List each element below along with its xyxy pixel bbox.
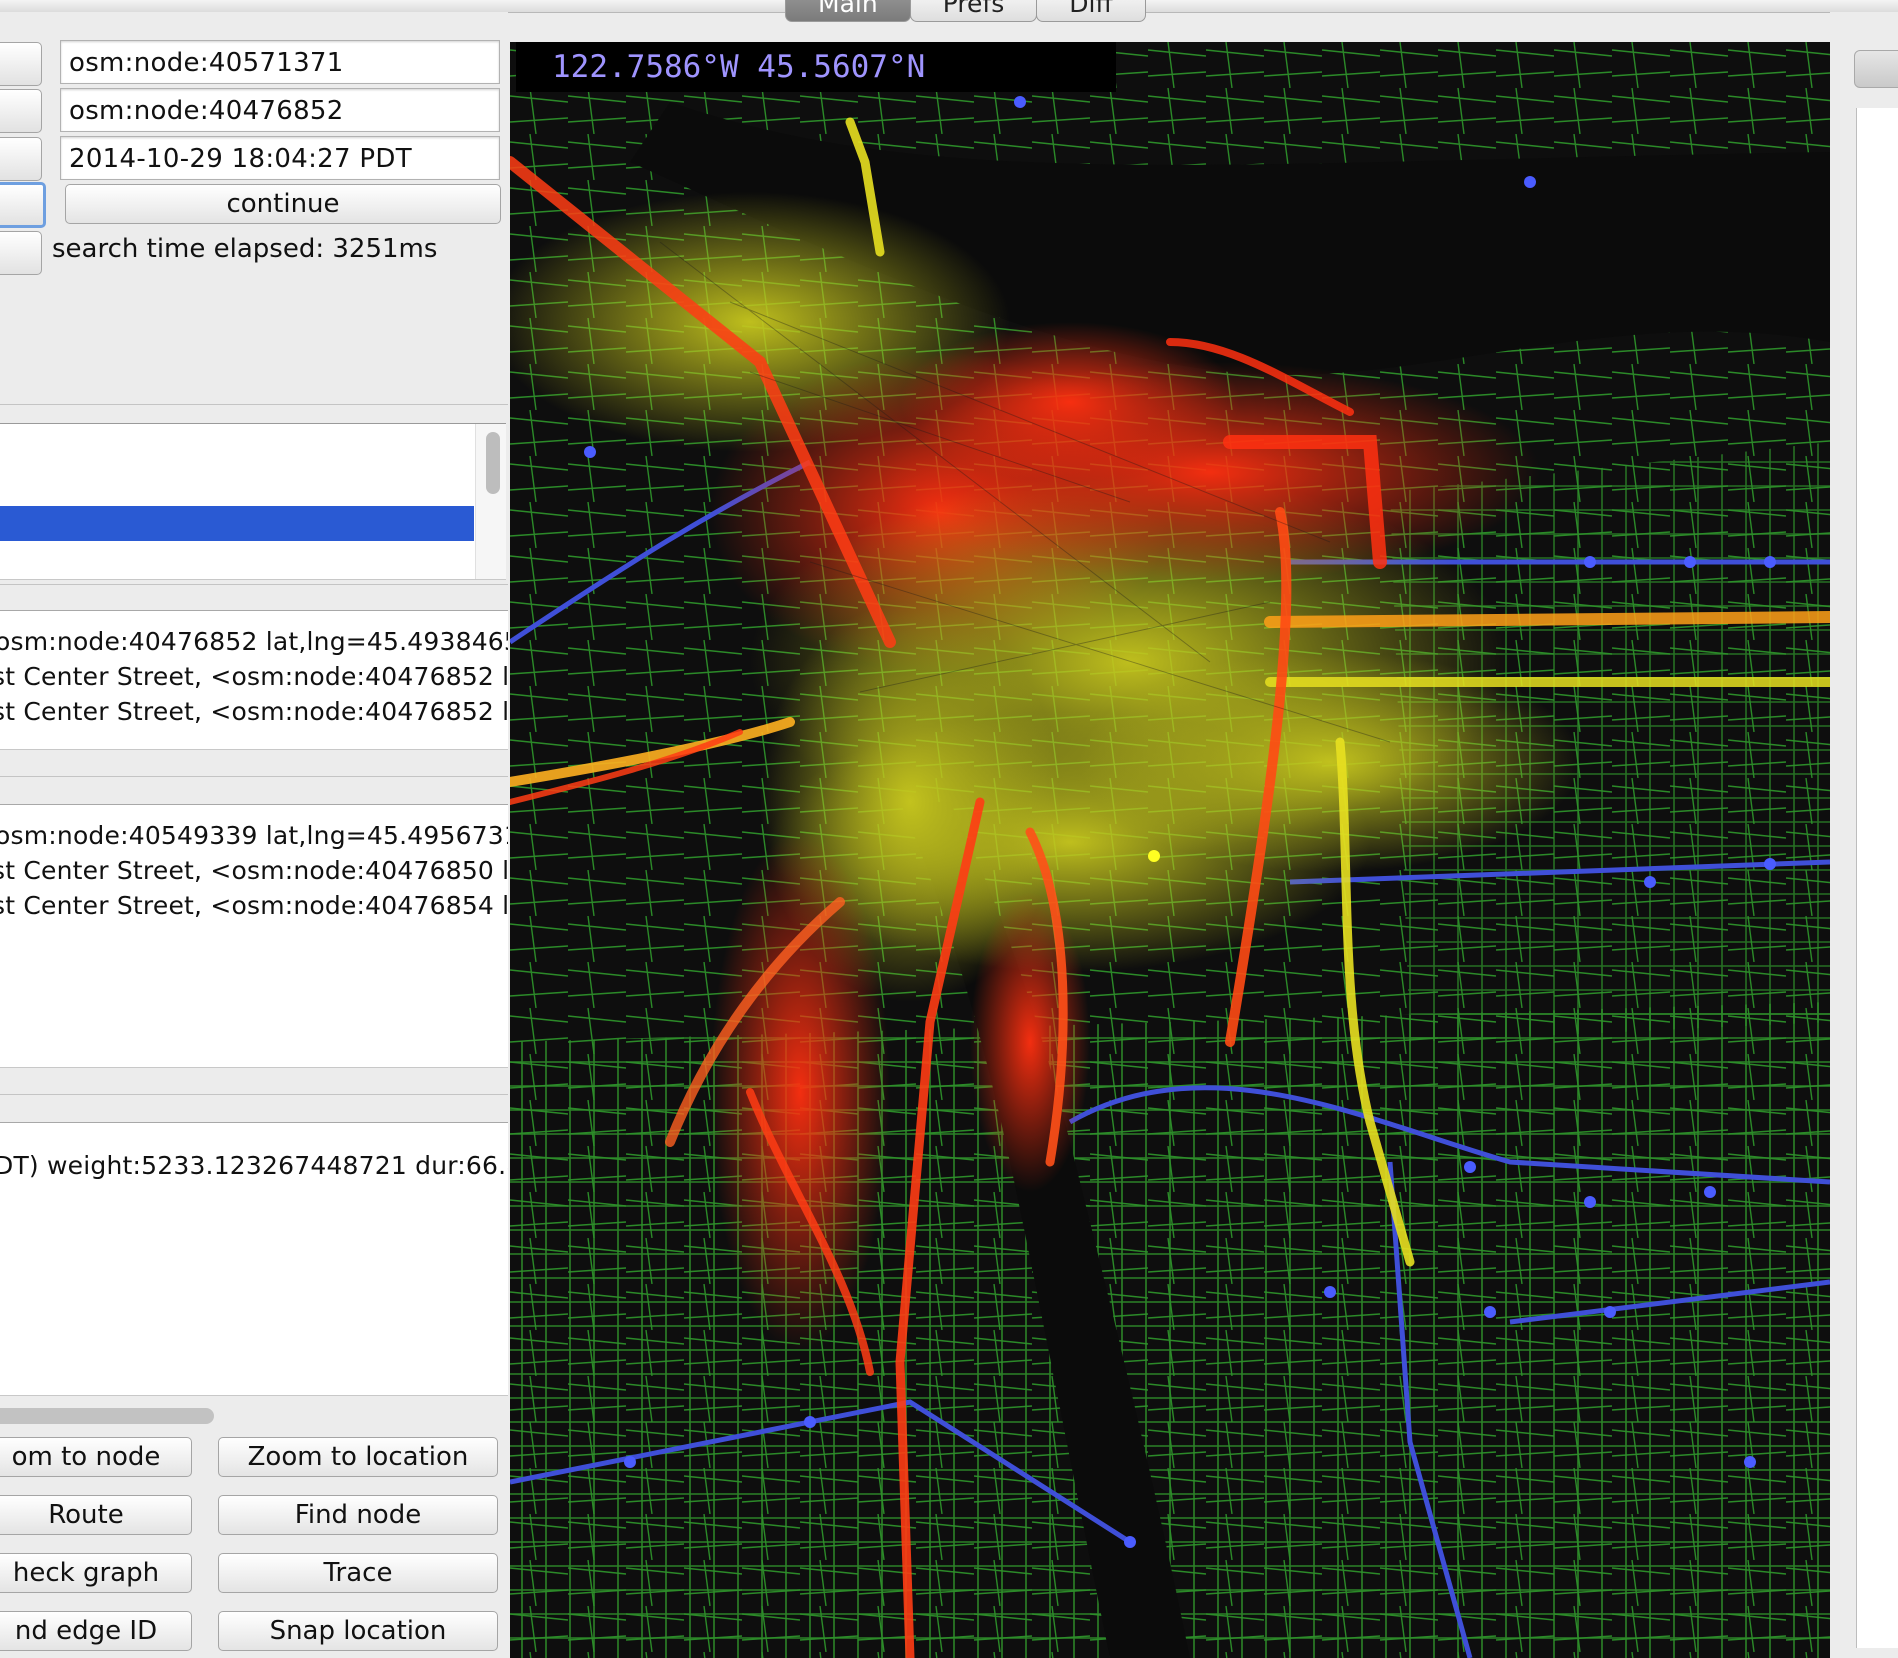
to-node-button[interactable] [0,89,42,133]
tab-main[interactable]: Main [785,0,911,22]
find-edge-id-button[interactable]: nd edge ID [0,1611,192,1651]
status-text: search time elapsed: 3251ms [52,234,438,264]
horizontal-scrollbar[interactable] [0,1408,214,1424]
zoom-to-location-button[interactable]: Zoom to location [218,1437,498,1477]
list-scrollbar[interactable] [475,424,506,579]
origin-marker[interactable] [1148,850,1160,862]
time-button[interactable] [0,137,42,181]
origin-edges-text[interactable]: osm:node:40476852 lat,lng=45.49384650 st… [0,610,508,750]
right-panel [1830,12,1898,1658]
continue-button[interactable]: continue [65,184,501,224]
coordinate-readout: 122.7586°W 45.5607°N [516,42,1116,92]
map-rendering [510,42,1830,1658]
right-panel-header[interactable] [1854,50,1898,88]
option-toggle[interactable] [0,231,42,275]
dest-line-2: st Center Street, <osm:node:40476850 lat… [0,856,508,885]
right-panel-pane [1856,108,1898,1648]
from-node-button[interactable] [0,42,42,86]
path-list[interactable] [0,423,506,580]
tab-diff[interactable]: Diff [1036,0,1146,22]
tabs: Main Prefs Diff [785,0,1146,24]
scroll-thumb[interactable] [486,432,500,494]
map-canvas[interactable]: 122.7586°W 45.5607°N [510,42,1830,1658]
to-node-field[interactable]: osm:node:40476852 [60,88,500,132]
path-info-text[interactable]: DT) weight:5233.123267448721 dur:66.8 w [0,1122,508,1396]
street-grid-south [510,1002,1830,1658]
zoom-to-node-button[interactable]: om to node [0,1437,192,1477]
datetime-field[interactable]: 2014-10-29 18:04:27 PDT [60,136,500,180]
left-panel: osm:node:40571371 osm:node:40476852 2014… [0,12,508,1658]
tab-prefs[interactable]: Prefs [909,0,1038,22]
snap-location-button[interactable]: Snap location [218,1611,498,1651]
dest-line-1: osm:node:40549339 lat,lng=45.49567310 [0,821,508,850]
dest-edges-text[interactable]: osm:node:40549339 lat,lng=45.49567310 st… [0,804,508,1068]
dest-line-3: st Center Street, <osm:node:40476854 lat… [0,891,508,920]
path-info-line-1: DT) weight:5233.123267448721 dur:66.8 w [0,1151,508,1180]
list-item-selected[interactable] [0,506,474,541]
origin-line-2: st Center Street, <osm:node:40476852 lat… [0,662,508,691]
check-graph-button[interactable]: heck graph [0,1553,192,1593]
trace-button[interactable]: Trace [218,1553,498,1593]
origin-line-3: st Center Street, <osm:node:40476852 lat… [0,697,508,726]
origin-line-1: osm:node:40476852 lat,lng=45.49384650 [0,627,508,656]
route-button[interactable]: Route [0,1495,192,1535]
search-button[interactable] [0,182,46,228]
from-node-field[interactable]: osm:node:40571371 [60,40,500,84]
find-node-button[interactable]: Find node [218,1495,498,1535]
